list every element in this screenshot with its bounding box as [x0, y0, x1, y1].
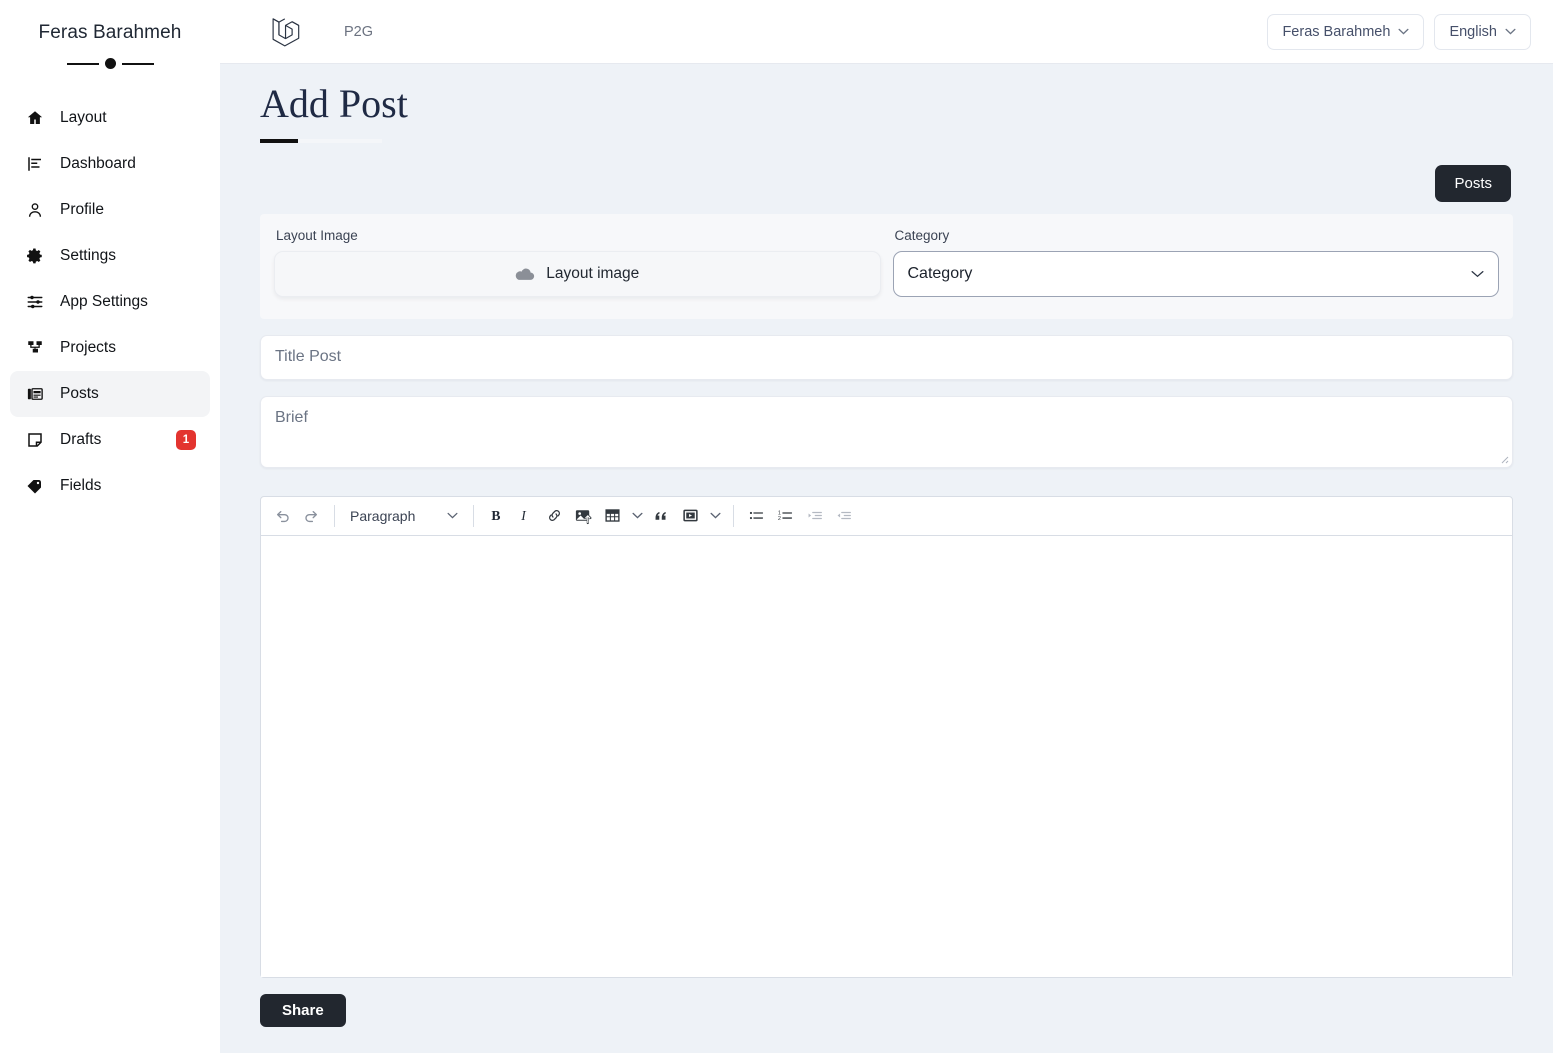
tag-icon [24, 475, 46, 497]
sidebar-item-dashboard[interactable]: Dashboard [10, 141, 210, 187]
laravel-logo [268, 13, 306, 51]
sidebar-item-profile[interactable]: Profile [10, 187, 210, 233]
posts-icon [24, 383, 46, 405]
share-button-row: Share [260, 993, 1513, 1027]
bold-icon[interactable]: B [483, 502, 510, 529]
posts-button[interactable]: Posts [1435, 164, 1511, 202]
sidebar-item-label: Settings [60, 247, 117, 264]
user-icon [24, 199, 46, 221]
block-format-label: Paragraph [350, 507, 416, 524]
sidebar-item-posts[interactable]: Posts [10, 371, 210, 417]
posts-button-row: Posts [242, 164, 1531, 202]
page-title: Add Post [260, 81, 408, 126]
sidebar-item-app-settings[interactable]: App Settings [10, 279, 210, 325]
language-menu-button[interactable]: English [1434, 13, 1531, 50]
media-category-panel: Layout Image Layout image Category Categ… [260, 213, 1513, 319]
chart-bar-icon [24, 153, 46, 175]
block-format-select[interactable]: Paragraph [344, 503, 464, 528]
sidebar-item-drafts[interactable]: Drafts 1 [10, 417, 210, 463]
sidebar-item-label: Profile [60, 201, 104, 218]
svg-text:I: I [520, 508, 527, 523]
italic-icon[interactable]: I [512, 502, 539, 529]
toolbar-separator [334, 504, 335, 527]
table-icon[interactable] [599, 502, 626, 529]
topbar: P2G Feras Barahmeh English [220, 0, 1553, 64]
title-post-input[interactable]: Title Post [260, 334, 1513, 380]
divider-line-right [121, 62, 154, 65]
brief-textarea[interactable]: Brief [260, 395, 1513, 468]
redo-icon[interactable] [298, 502, 325, 529]
divider-dot [104, 58, 116, 69]
layout-image-field: Layout Image Layout image [274, 228, 881, 297]
category-select-value: Category [907, 264, 973, 282]
sidebar-item-label: Fields [60, 477, 102, 494]
divider-line-left [66, 62, 99, 65]
language-menu-label: English [1449, 23, 1497, 40]
brief-placeholder: Brief [275, 408, 308, 426]
layout-image-label: Layout Image [276, 227, 358, 243]
table-chevron-down-icon[interactable] [628, 502, 646, 529]
layout-image-dropzone[interactable]: Layout image [274, 250, 881, 297]
title-underline-dark [260, 138, 298, 143]
drafts-badge: 1 [176, 430, 196, 450]
brand-name: P2G [344, 23, 374, 40]
chevron-down-icon [1398, 28, 1409, 35]
link-icon[interactable] [541, 502, 568, 529]
title-post-placeholder: Title Post [275, 348, 342, 366]
category-select[interactable]: Category [892, 250, 1499, 297]
category-field: Category Category [892, 227, 1499, 297]
title-underline-light [298, 138, 382, 143]
undo-icon[interactable] [269, 502, 296, 529]
sidebar-divider [0, 58, 220, 69]
sidebar: Feras Barahmeh Layout Dashboard Profile [0, 0, 220, 1053]
chevron-down-icon [447, 512, 458, 519]
sidebar-user-name: Feras Barahmeh [38, 22, 182, 43]
user-menu-button[interactable]: Feras Barahmeh [1267, 13, 1425, 50]
brand[interactable]: P2G [268, 13, 373, 51]
numbered-list-icon[interactable]: 12 [772, 502, 799, 529]
svg-text:B: B [491, 508, 500, 523]
chevron-down-icon [1505, 28, 1516, 35]
sidebar-item-settings[interactable]: Settings [10, 233, 210, 279]
topbar-actions: Feras Barahmeh English [1267, 13, 1531, 50]
chevron-down-icon [1471, 270, 1484, 278]
sidebar-nav: Layout Dashboard Profile Settings App Se [0, 95, 220, 509]
gear-icon [24, 245, 46, 267]
sidebar-item-label: Drafts [60, 431, 102, 448]
category-label: Category [894, 227, 950, 243]
textarea-resize-handle[interactable] [1497, 452, 1509, 464]
diagram-icon [24, 337, 46, 359]
home-icon [24, 107, 46, 129]
image-upload-icon[interactable] [570, 502, 597, 529]
sidebar-item-label: Projects [60, 339, 116, 356]
layout-image-dropzone-text: Layout image [546, 264, 640, 282]
indent-icon[interactable] [830, 502, 857, 529]
toolbar-separator [733, 504, 734, 527]
sidebar-item-label: Posts [60, 385, 99, 402]
media-chevron-down-icon[interactable] [706, 502, 724, 529]
cloud-upload-icon [515, 266, 535, 282]
sidebar-item-label: Layout [60, 109, 107, 126]
share-button[interactable]: Share [260, 993, 346, 1027]
sidebar-item-label: Dashboard [60, 155, 136, 172]
sliders-icon [24, 291, 46, 313]
main-area: P2G Feras Barahmeh English Add Post Post… [220, 0, 1553, 1053]
blockquote-icon[interactable] [648, 502, 675, 529]
title-underline [260, 138, 1531, 143]
bullet-list-icon[interactable] [743, 502, 770, 529]
note-icon [24, 429, 46, 451]
toolbar-separator [473, 504, 474, 527]
page-content: Add Post Posts Layout Image Layout image… [220, 64, 1553, 1053]
editor-toolbar: Paragraph B I 1 2 [261, 497, 1512, 536]
rich-text-editor: Paragraph B I 1 2 [260, 495, 1513, 978]
sidebar-item-fields[interactable]: Fields [10, 463, 210, 509]
outdent-icon[interactable] [801, 502, 828, 529]
svg-text:2: 2 [778, 516, 781, 522]
sidebar-item-projects[interactable]: Projects [10, 325, 210, 371]
media-icon[interactable] [677, 502, 704, 529]
sidebar-item-label: App Settings [60, 293, 148, 310]
editor-content-area[interactable] [261, 535, 1512, 977]
user-menu-label: Feras Barahmeh [1282, 23, 1391, 40]
sidebar-item-layout[interactable]: Layout [10, 95, 210, 141]
